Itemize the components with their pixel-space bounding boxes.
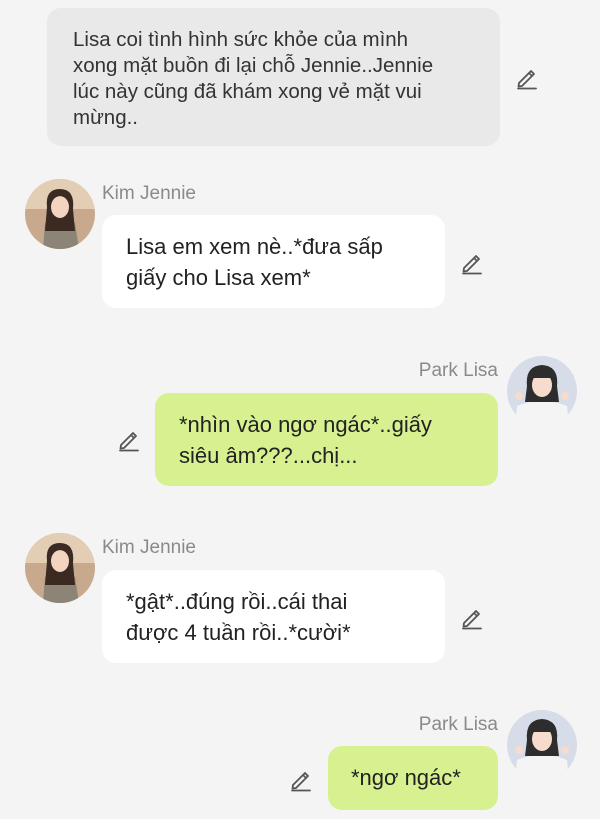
- pencil-edit-icon[interactable]: [116, 426, 142, 452]
- message-bubble[interactable]: *gật*..đúng rồi..cái thai được 4 tuần rồ…: [102, 570, 445, 663]
- pencil-edit-icon[interactable]: [288, 766, 314, 792]
- message-bubble[interactable]: *nhìn vào ngơ ngác*..giấy siêu âm???...c…: [155, 393, 498, 486]
- avatar-kim-jennie[interactable]: [25, 179, 95, 249]
- avatar-park-lisa[interactable]: [507, 710, 577, 780]
- avatar-kim-jennie[interactable]: [25, 533, 95, 603]
- narration-box: Lisa coi tình hình sức khỏe của mình xon…: [47, 8, 500, 146]
- pencil-edit-icon[interactable]: [459, 249, 485, 275]
- sender-name: Kim Jennie: [102, 537, 196, 558]
- sender-name: Kim Jennie: [102, 183, 196, 204]
- message-bubble[interactable]: *ngơ ngác*: [328, 746, 498, 810]
- avatar-park-lisa[interactable]: [507, 356, 577, 426]
- pencil-edit-icon[interactable]: [514, 64, 540, 90]
- sender-name: Park Lisa: [418, 714, 498, 735]
- pencil-edit-icon[interactable]: [459, 604, 485, 630]
- sender-name: Park Lisa: [418, 360, 498, 381]
- message-bubble[interactable]: Lisa em xem nè..*đưa sấp giấy cho Lisa x…: [102, 215, 445, 308]
- narration-text: Lisa coi tình hình sức khỏe của mình xon…: [73, 28, 434, 129]
